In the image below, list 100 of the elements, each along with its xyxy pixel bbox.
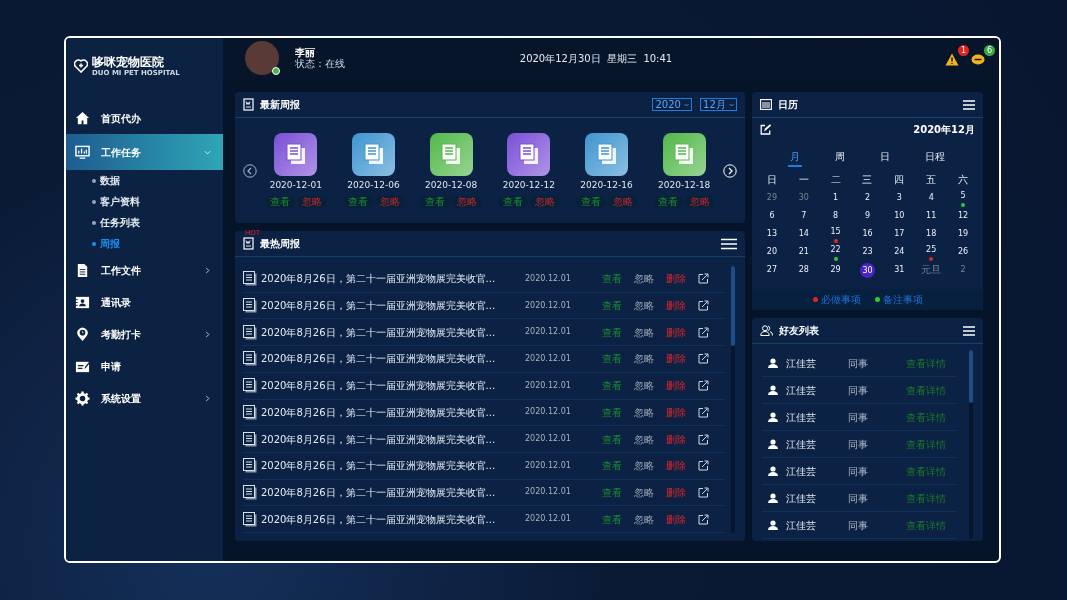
view-button[interactable]: 查看	[602, 271, 622, 287]
share-icon[interactable]	[698, 353, 709, 365]
submenu-item[interactable]: 任务列表	[66, 212, 223, 233]
calendar-day[interactable]: 13	[764, 227, 779, 241]
calendar-day[interactable]: 28	[796, 263, 811, 277]
calendar-day[interactable]: 7	[796, 209, 811, 223]
calendar-day[interactable]: 27	[764, 263, 779, 277]
view-tab[interactable]: 日	[878, 149, 893, 167]
month-dropdown[interactable]: 12月	[700, 98, 737, 111]
view-button[interactable]: 查看	[342, 196, 373, 209]
view-tab[interactable]: 日程	[923, 149, 948, 167]
view-button[interactable]: 查看	[653, 196, 684, 209]
view-button[interactable]: 查看	[575, 196, 606, 209]
calendar-day[interactable]: 元旦	[921, 263, 942, 277]
report-title[interactable]: 2020年8月26日，第二十一届亚洲宠物展完美收官...	[261, 484, 505, 500]
share-icon[interactable]	[698, 273, 709, 285]
view-tab[interactable]: 周	[832, 149, 847, 167]
calendar-day[interactable]: 12	[956, 209, 971, 223]
scrollbar[interactable]	[969, 350, 973, 539]
calendar-day[interactable]: 18	[924, 227, 939, 241]
view-button[interactable]: 查看	[602, 458, 622, 474]
share-icon[interactable]	[698, 433, 709, 445]
calendar-day[interactable]: 4	[924, 191, 939, 205]
view-button[interactable]: 查看	[497, 196, 528, 209]
calendar-day[interactable]: 29	[764, 191, 779, 205]
calendar-day[interactable]: 11	[924, 209, 939, 223]
view-button[interactable]: 查看	[602, 324, 622, 340]
report-tile[interactable]	[662, 132, 706, 176]
warning-icon[interactable]	[945, 52, 959, 66]
view-button[interactable]: 查看	[602, 484, 622, 500]
sidebar-item[interactable]: 工作文件	[66, 254, 223, 286]
calendar-day[interactable]: 30	[796, 191, 811, 205]
ignore-button[interactable]: 忽略	[634, 511, 654, 527]
year-dropdown[interactable]: 2020	[652, 98, 693, 111]
calendar-day[interactable]: 6	[764, 209, 779, 223]
report-title[interactable]: 2020年8月26日，第二十一届亚洲宠物展完美收官...	[261, 458, 505, 474]
arrow-right-icon[interactable]	[723, 163, 738, 178]
view-button[interactable]: 查看	[602, 351, 622, 367]
calendar-day[interactable]: 30	[860, 262, 875, 278]
report-title[interactable]: 2020年8月26日，第二十一届亚洲宠物展完美收官...	[261, 404, 505, 420]
calendar-day[interactable]: 21	[796, 245, 811, 259]
ignore-button[interactable]: 忽略	[634, 431, 654, 447]
scrollbar[interactable]	[731, 266, 735, 533]
report-title[interactable]: 2020年8月26日，第二十一届亚洲宠物展完美收官...	[261, 298, 505, 314]
sidebar-item[interactable]: 系统设置	[66, 382, 223, 414]
calendar-day[interactable]: 24	[892, 245, 907, 259]
share-icon[interactable]	[698, 380, 709, 392]
sidebar-item[interactable]: 申请	[66, 350, 223, 382]
ignore-button[interactable]: 忽略	[634, 324, 654, 340]
report-tile[interactable]	[274, 132, 318, 176]
sidebar-item[interactable]: 工作任务	[66, 134, 223, 170]
menu-icon[interactable]	[963, 99, 975, 110]
report-tile[interactable]	[352, 132, 395, 176]
calendar-day[interactable]: 2	[956, 263, 971, 277]
edit-icon[interactable]	[760, 124, 772, 135]
calendar-day[interactable]: 5	[956, 189, 971, 203]
share-icon[interactable]	[698, 406, 709, 418]
calendar-day[interactable]: 9	[860, 209, 875, 223]
view-button[interactable]: 查看	[264, 196, 295, 209]
menu-icon[interactable]	[721, 237, 737, 250]
calendar-day[interactable]: 20	[764, 245, 779, 259]
calendar-day[interactable]: 19	[956, 227, 971, 241]
ignore-button[interactable]: 忽略	[634, 484, 654, 500]
share-icon[interactable]	[698, 513, 709, 525]
ignore-button[interactable]: 忽略	[634, 378, 654, 394]
report-title[interactable]: 2020年8月26日，第二十一届亚洲宠物展完美收官...	[261, 351, 505, 367]
report-title[interactable]: 2020年8月26日，第二十一届亚洲宠物展完美收官...	[261, 511, 505, 527]
calendar-day[interactable]: 23	[860, 245, 875, 259]
view-button[interactable]: 查看	[602, 404, 622, 420]
calendar-day[interactable]: 2	[860, 191, 875, 205]
view-button[interactable]: 查看	[602, 511, 622, 527]
report-tile[interactable]	[585, 132, 628, 176]
view-button[interactable]: 查看	[602, 298, 622, 314]
ignore-button[interactable]: 忽略	[634, 458, 654, 474]
calendar-day[interactable]: 22	[828, 243, 843, 257]
calendar-day[interactable]: 3	[892, 191, 907, 205]
calendar-day[interactable]: 25	[924, 243, 939, 257]
view-button[interactable]: 查看	[602, 431, 622, 447]
calendar-day[interactable]: 16	[860, 227, 875, 241]
share-icon[interactable]	[698, 326, 709, 338]
view-button[interactable]: 查看	[420, 196, 451, 209]
report-title[interactable]: 2020年8月26日，第二十一届亚洲宠物展完美收官...	[261, 324, 505, 340]
report-title[interactable]: 2020年8月26日，第二十一届亚洲宠物展完美收官...	[261, 431, 505, 447]
calendar-day[interactable]: 15	[828, 225, 843, 239]
submenu-item[interactable]: 客户资料	[66, 191, 223, 212]
calendar-day[interactable]: 29	[828, 263, 843, 277]
calendar-day[interactable]: 26	[956, 245, 971, 259]
calendar-day[interactable]: 1	[828, 191, 843, 205]
sidebar-item[interactable]: 首页代办	[66, 102, 223, 134]
report-tile[interactable]	[429, 132, 473, 176]
arrow-left-icon[interactable]	[243, 163, 257, 178]
ignore-button[interactable]: 忽略	[634, 404, 654, 420]
calendar-day[interactable]: 8	[828, 209, 843, 223]
report-title[interactable]: 2020年8月26日，第二十一届亚洲宠物展完美收官...	[261, 378, 505, 394]
menu-icon[interactable]	[963, 325, 975, 336]
report-title[interactable]: 2020年8月26日，第二十一届亚洲宠物展完美收官...	[261, 271, 505, 287]
sidebar-item[interactable]: 考勤打卡	[66, 318, 223, 350]
calendar-day[interactable]: 10	[892, 209, 907, 223]
ignore-button[interactable]: 忽略	[634, 351, 654, 367]
share-icon[interactable]	[698, 300, 709, 312]
